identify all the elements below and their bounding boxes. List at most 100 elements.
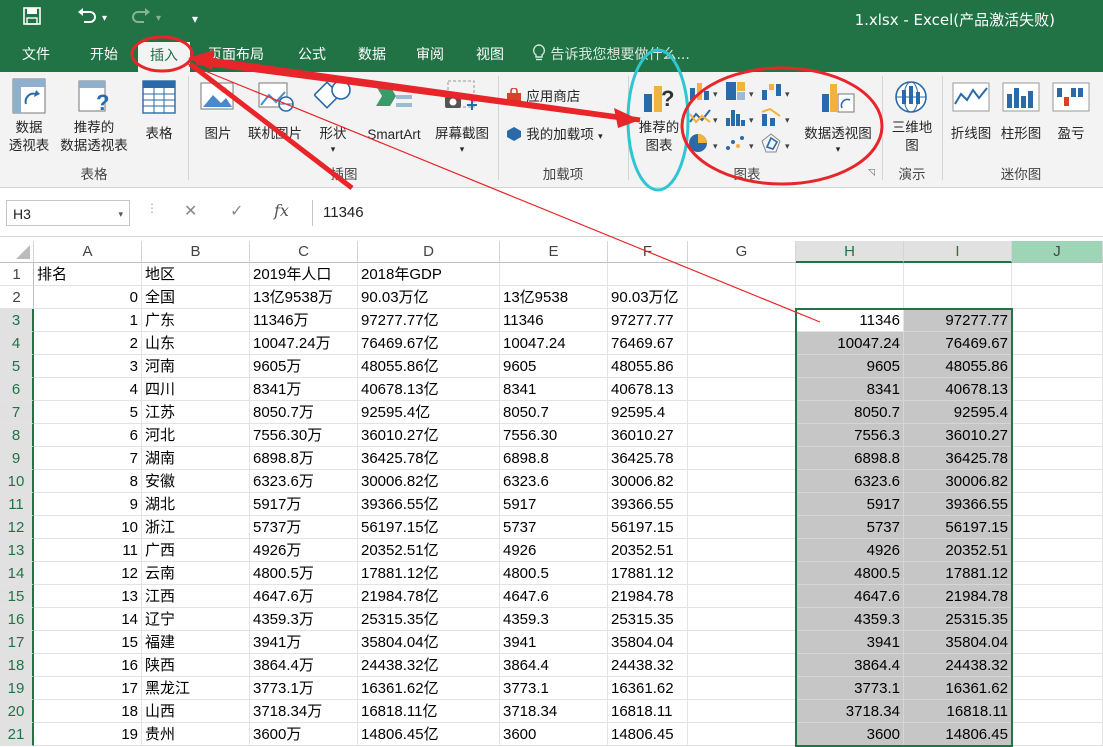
row-header-17[interactable]: 17 — [0, 631, 34, 654]
cell-h13[interactable]: 4926 — [796, 539, 904, 562]
cell-g18[interactable] — [688, 654, 796, 677]
cell-e16[interactable]: 4359.3 — [500, 608, 608, 631]
cell-g5[interactable] — [688, 355, 796, 378]
cell-j16[interactable] — [1012, 608, 1103, 631]
cell-e5[interactable]: 9605 — [500, 355, 608, 378]
column-header-e[interactable]: E — [500, 241, 608, 263]
row-header-15[interactable]: 15 — [0, 585, 34, 608]
cell-c17[interactable]: 3941万 — [250, 631, 358, 654]
cell-a3[interactable]: 1 — [34, 309, 142, 332]
cell-g16[interactable] — [688, 608, 796, 631]
cell-j5[interactable] — [1012, 355, 1103, 378]
cell-c18[interactable]: 3864.4万 — [250, 654, 358, 677]
cell-e19[interactable]: 3773.1 — [500, 677, 608, 700]
cell-c13[interactable]: 4926万 — [250, 539, 358, 562]
cell-h6[interactable]: 8341 — [796, 378, 904, 401]
name-box[interactable]: H3 ▾ — [6, 200, 130, 226]
cell-b7[interactable]: 江苏 — [142, 401, 250, 424]
cell-c19[interactable]: 3773.1万 — [250, 677, 358, 700]
tell-me-search[interactable]: 告诉我您想要做什么... — [532, 38, 690, 72]
cell-j21[interactable] — [1012, 723, 1103, 746]
cell-e20[interactable]: 3718.34 — [500, 700, 608, 723]
cell-a7[interactable]: 5 — [34, 401, 142, 424]
row-header-13[interactable]: 13 — [0, 539, 34, 562]
3d-map-button[interactable]: 三维地 图 — [886, 78, 938, 158]
cell-j1[interactable] — [1012, 263, 1103, 286]
cell-d5[interactable]: 48055.86亿 — [358, 355, 500, 378]
cell-a19[interactable]: 17 — [34, 677, 142, 700]
cell-e1[interactable] — [500, 263, 608, 286]
cell-d13[interactable]: 20352.51亿 — [358, 539, 500, 562]
cell-a21[interactable]: 19 — [34, 723, 142, 746]
cell-h1[interactable] — [796, 263, 904, 286]
row-header-2[interactable]: 2 — [0, 286, 34, 309]
cell-c21[interactable]: 3600万 — [250, 723, 358, 746]
cell-c6[interactable]: 8341万 — [250, 378, 358, 401]
cell-j11[interactable] — [1012, 493, 1103, 516]
enter-icon[interactable]: ✓ — [230, 201, 243, 220]
cell-c10[interactable]: 6323.6万 — [250, 470, 358, 493]
cell-j2[interactable] — [1012, 286, 1103, 309]
cell-d9[interactable]: 36425.78亿 — [358, 447, 500, 470]
cell-d12[interactable]: 56197.15亿 — [358, 516, 500, 539]
online-picture-button[interactable]: 联机图片 — [242, 78, 308, 158]
cell-f10[interactable]: 30006.82 — [608, 470, 688, 493]
cell-h5[interactable]: 9605 — [796, 355, 904, 378]
line-chart-icon[interactable]: ▾ — [688, 106, 722, 132]
cell-d17[interactable]: 35804.04亿 — [358, 631, 500, 654]
cell-c20[interactable]: 3718.34万 — [250, 700, 358, 723]
cell-d1[interactable]: 2018年GDP — [358, 263, 500, 286]
row-header-20[interactable]: 20 — [0, 700, 34, 723]
cell-h12[interactable]: 5737 — [796, 516, 904, 539]
cell-a16[interactable]: 14 — [34, 608, 142, 631]
cell-i9[interactable]: 36425.78 — [904, 447, 1012, 470]
cell-j12[interactable] — [1012, 516, 1103, 539]
store-button[interactable]: 应用商店 — [506, 87, 610, 110]
redo-dropdown-icon[interactable]: ▾ — [156, 6, 161, 32]
cell-f3[interactable]: 97277.77 — [608, 309, 688, 332]
cell-f9[interactable]: 36425.78 — [608, 447, 688, 470]
cell-j20[interactable] — [1012, 700, 1103, 723]
cell-e6[interactable]: 8341 — [500, 378, 608, 401]
cell-g6[interactable] — [688, 378, 796, 401]
cell-i2[interactable] — [904, 286, 1012, 309]
sparkline-winloss-button[interactable]: 盈亏 — [1048, 78, 1094, 158]
cell-d21[interactable]: 14806.45亿 — [358, 723, 500, 746]
picture-button[interactable]: 图片 — [196, 78, 240, 158]
row-header-19[interactable]: 19 — [0, 677, 34, 700]
cell-a13[interactable]: 11 — [34, 539, 142, 562]
cell-i5[interactable]: 48055.86 — [904, 355, 1012, 378]
row-header-3[interactable]: 3 — [0, 309, 34, 332]
undo-icon[interactable] — [76, 6, 98, 32]
row-header-9[interactable]: 9 — [0, 447, 34, 470]
cell-i14[interactable]: 17881.12 — [904, 562, 1012, 585]
cell-f20[interactable]: 16818.11 — [608, 700, 688, 723]
cell-j8[interactable] — [1012, 424, 1103, 447]
cell-j17[interactable] — [1012, 631, 1103, 654]
cell-g8[interactable] — [688, 424, 796, 447]
cell-j13[interactable] — [1012, 539, 1103, 562]
tab-formulas[interactable]: 公式 — [288, 38, 336, 72]
cell-i21[interactable]: 14806.45 — [904, 723, 1012, 746]
cell-e3[interactable]: 11346 — [500, 309, 608, 332]
column-header-h[interactable]: H — [796, 241, 904, 263]
cell-f19[interactable]: 16361.62 — [608, 677, 688, 700]
cell-d10[interactable]: 30006.82亿 — [358, 470, 500, 493]
cell-i19[interactable]: 16361.62 — [904, 677, 1012, 700]
cell-e4[interactable]: 10047.24 — [500, 332, 608, 355]
cell-b17[interactable]: 福建 — [142, 631, 250, 654]
row-header-12[interactable]: 12 — [0, 516, 34, 539]
tab-insert[interactable]: 插入 — [138, 42, 190, 72]
cell-f11[interactable]: 39366.55 — [608, 493, 688, 516]
cell-h21[interactable]: 3600 — [796, 723, 904, 746]
cell-a14[interactable]: 12 — [34, 562, 142, 585]
waterfall-chart-icon[interactable]: ▾ — [760, 80, 794, 106]
cell-j18[interactable] — [1012, 654, 1103, 677]
cell-a2[interactable]: 0 — [34, 286, 142, 309]
cell-i11[interactable]: 39366.55 — [904, 493, 1012, 516]
cell-g19[interactable] — [688, 677, 796, 700]
cell-g21[interactable] — [688, 723, 796, 746]
cell-b14[interactable]: 云南 — [142, 562, 250, 585]
cell-j9[interactable] — [1012, 447, 1103, 470]
cell-d20[interactable]: 16818.11亿 — [358, 700, 500, 723]
